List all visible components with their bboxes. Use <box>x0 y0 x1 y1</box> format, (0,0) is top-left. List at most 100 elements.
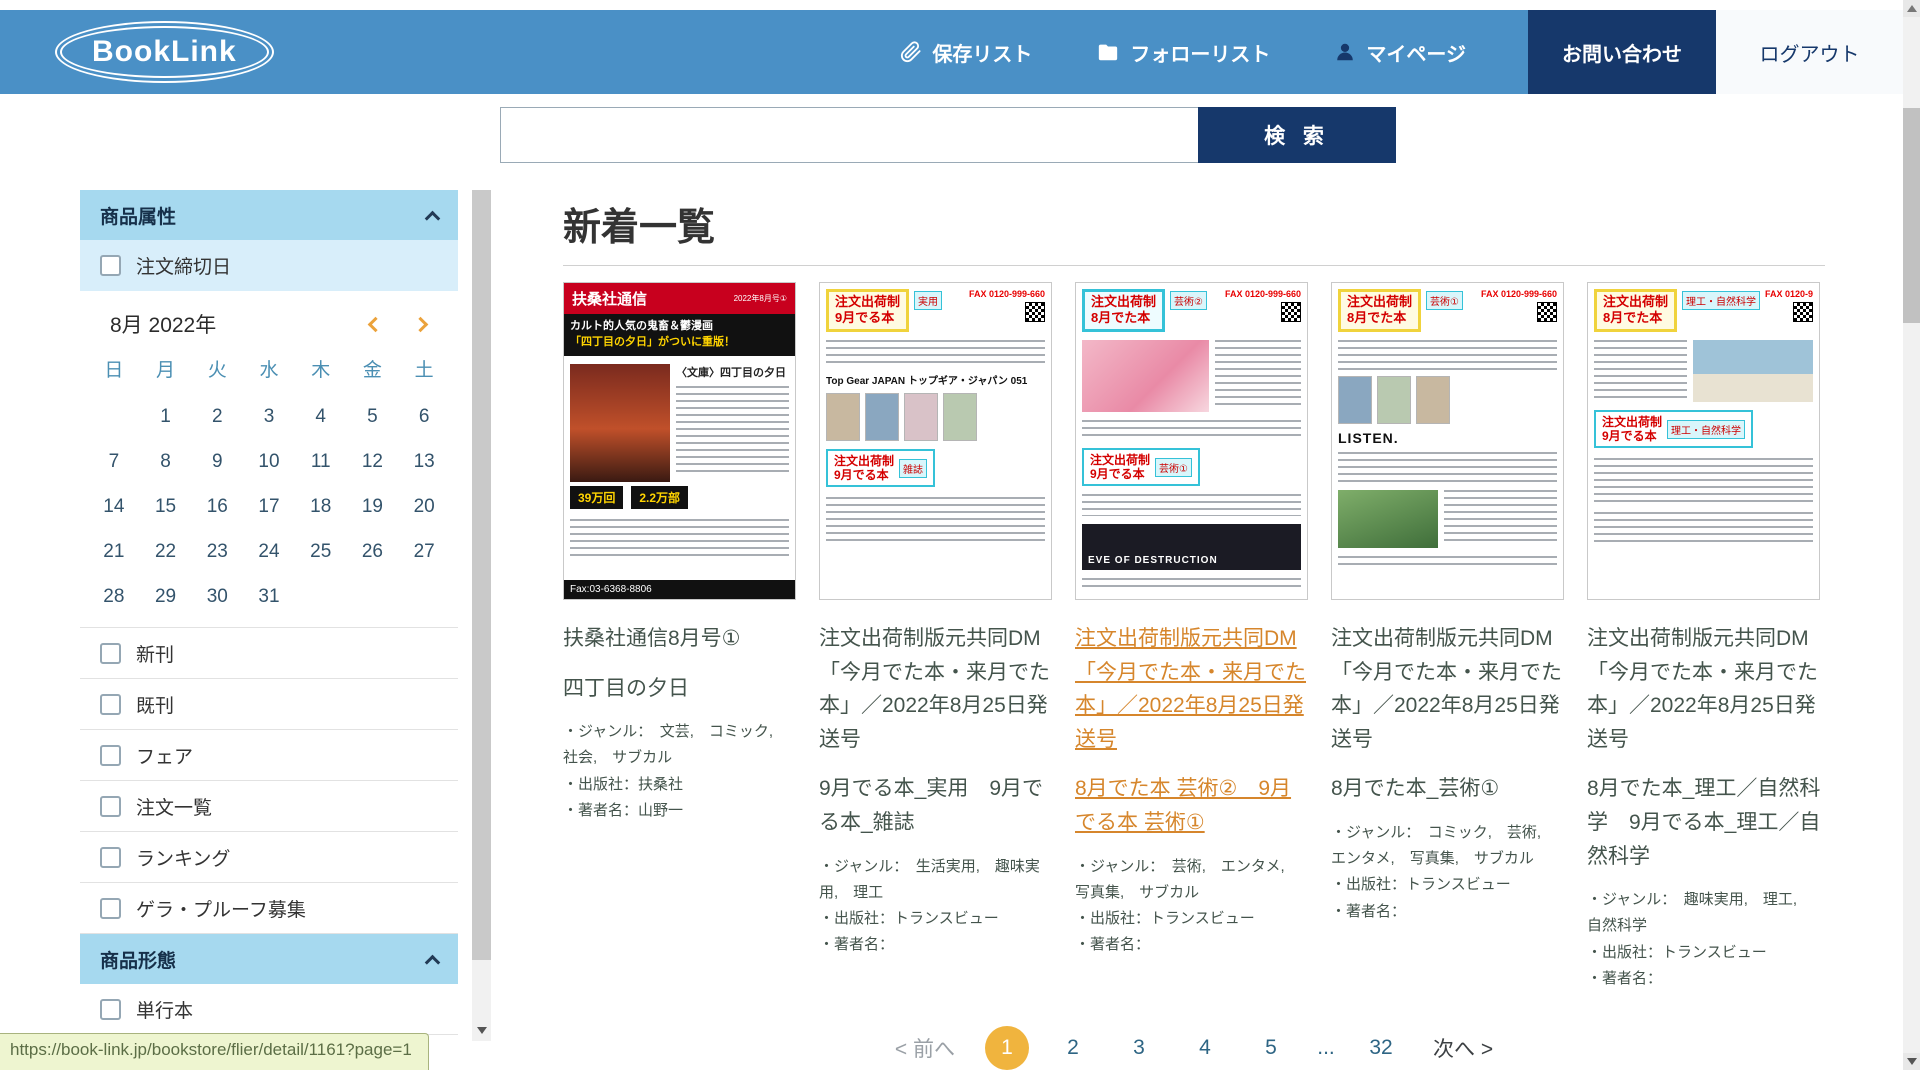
logout-button[interactable]: ログアウト <box>1716 10 1903 94</box>
page-button[interactable]: 2 <box>1051 1026 1095 1070</box>
scroll-up-button[interactable] <box>1903 0 1920 17</box>
calendar-day[interactable] <box>295 574 347 619</box>
calendar-day[interactable]: 23 <box>191 529 243 574</box>
card-thumbnail[interactable]: 扶桑社通信 2022年8月号① カルト的人気の鬼畜＆鬱漫画 「四丁目の夕日」がつ… <box>563 282 796 600</box>
calendar-day[interactable]: 15 <box>140 484 192 529</box>
card-subtitle[interactable]: 9月でる本_実用 9月でる本_雑誌 <box>819 772 1054 839</box>
scroll-down-button[interactable] <box>472 1019 491 1041</box>
filter-row[interactable]: 既刊 <box>80 679 458 730</box>
calendar-day[interactable] <box>398 574 450 619</box>
product-form-header[interactable]: 商品形態 <box>80 934 458 984</box>
calendar-day[interactable]: 19 <box>347 484 399 529</box>
calendar-day[interactable]: 31 <box>243 574 295 619</box>
calendar-day[interactable]: 30 <box>191 574 243 619</box>
sidebar-scrollbar[interactable] <box>472 190 491 1041</box>
page-button[interactable]: 4 <box>1183 1026 1227 1070</box>
filter-row[interactable]: 新刊 <box>80 628 458 679</box>
book-cover-image <box>1082 340 1209 412</box>
page-button[interactable]: 32 <box>1359 1026 1403 1070</box>
nav-save-list[interactable]: 保存リスト <box>900 38 1032 67</box>
calendar-day[interactable]: 16 <box>191 484 243 529</box>
page-button[interactable]: 5 <box>1249 1026 1293 1070</box>
calendar-day[interactable]: 9 <box>191 439 243 484</box>
card-publisher: ・出版社：トランスビュー <box>819 906 1054 932</box>
filter-row[interactable]: フェア <box>80 730 458 781</box>
nav-mypage[interactable]: マイページ <box>1334 38 1466 67</box>
calendar-day[interactable]: 14 <box>88 484 140 529</box>
card-subtitle[interactable]: 四丁目の夕日 <box>563 672 798 706</box>
filter-checkbox[interactable] <box>100 643 121 664</box>
calendar-day[interactable]: 21 <box>88 529 140 574</box>
scrollbar-thumb[interactable] <box>472 190 491 960</box>
calendar-day[interactable]: 24 <box>243 529 295 574</box>
calendar-day[interactable]: 27 <box>398 529 450 574</box>
page-button[interactable]: ... <box>1315 1026 1337 1070</box>
flyer-contact: FAX 0120-999-660 <box>1225 289 1301 322</box>
page-scrollbar[interactable] <box>1903 0 1920 1070</box>
nav-follow-list[interactable]: フォローリスト <box>1096 38 1270 67</box>
filter-row[interactable]: 注文一覧 <box>80 781 458 832</box>
calendar-next-button[interactable] <box>413 316 429 332</box>
scrollbar-thumb[interactable] <box>1903 108 1920 323</box>
card-title[interactable]: 注文出荷制版元共同DM「今月でた本・来月でた本」／2022年8月25日発送号 <box>819 622 1054 756</box>
flyer-header-line: 注文出荷制 <box>1603 294 1668 310</box>
calendar-day[interactable] <box>347 574 399 619</box>
calendar-day[interactable]: 12 <box>347 439 399 484</box>
calendar-day[interactable]: 6 <box>398 394 450 439</box>
booklink-logo[interactable]: BookLink <box>55 21 274 83</box>
filter-checkbox[interactable] <box>100 694 121 715</box>
order-deadline-checkbox[interactable] <box>100 255 121 276</box>
page-button[interactable]: 1 <box>985 1026 1029 1070</box>
card-subtitle[interactable]: 8月でた本_理工／自然科学 9月でる本_理工／自然科学 <box>1587 772 1822 873</box>
calendar-day[interactable]: 26 <box>347 529 399 574</box>
calendar-day[interactable] <box>88 394 140 439</box>
card-thumbnail[interactable]: 注文出荷制 8月でた本 芸術② FAX 0120-999-660 <box>1075 282 1308 600</box>
card-title[interactable]: 注文出荷制版元共同DM「今月でた本・来月でた本」／2022年8月25日発送号 <box>1587 622 1822 756</box>
calendar-day[interactable]: 7 <box>88 439 140 484</box>
card-thumbnail[interactable]: 注文出荷制 8月でた本 理工・自然科学 FAX 0120-999-660 <box>1587 282 1820 600</box>
calendar-day[interactable]: 29 <box>140 574 192 619</box>
page-button[interactable]: 3 <box>1117 1026 1161 1070</box>
calendar-day[interactable]: 13 <box>398 439 450 484</box>
card-thumbnail[interactable]: 注文出荷制 9月でる本 実用 FAX 0120-999-660 Top Gear… <box>819 282 1052 600</box>
chevron-up-icon <box>425 210 441 226</box>
calendar-day[interactable]: 8 <box>140 439 192 484</box>
filter-checkbox[interactable] <box>100 745 121 766</box>
order-deadline-row[interactable]: 注文締切日 <box>80 240 458 291</box>
calendar-day[interactable]: 2 <box>191 394 243 439</box>
calendar-day[interactable]: 20 <box>398 484 450 529</box>
calendar: 8月 2022年 日月火水木金土 12345678910111213141516… <box>80 291 458 628</box>
scroll-down-button[interactable] <box>1903 1053 1920 1070</box>
form-filter-checkbox[interactable] <box>100 999 121 1020</box>
card-subtitle[interactable]: 8月でた本 芸術② 9月でる本 芸術① <box>1075 772 1310 839</box>
card-title[interactable]: 注文出荷制版元共同DM「今月でた本・来月でた本」／2022年8月25日発送号 <box>1075 622 1310 756</box>
calendar-day[interactable]: 25 <box>295 529 347 574</box>
card-subtitle[interactable]: 8月でた本_芸術① <box>1331 772 1566 806</box>
filter-checkbox[interactable] <box>100 847 121 868</box>
calendar-day[interactable]: 17 <box>243 484 295 529</box>
search-input[interactable] <box>500 107 1198 163</box>
calendar-day[interactable]: 28 <box>88 574 140 619</box>
calendar-day[interactable]: 3 <box>243 394 295 439</box>
card-title[interactable]: 注文出荷制版元共同DM「今月でた本・来月でた本」／2022年8月25日発送号 <box>1331 622 1566 756</box>
calendar-day[interactable]: 4 <box>295 394 347 439</box>
calendar-day[interactable]: 10 <box>243 439 295 484</box>
calendar-day[interactable]: 18 <box>295 484 347 529</box>
calendar-day[interactable]: 22 <box>140 529 192 574</box>
filter-row[interactable]: ゲラ・プルーフ募集 <box>80 883 458 934</box>
filter-checkbox[interactable] <box>100 898 121 919</box>
calendar-day[interactable]: 5 <box>347 394 399 439</box>
search-button[interactable]: 検 索 <box>1198 107 1396 163</box>
filter-checkbox[interactable] <box>100 796 121 817</box>
card-title[interactable]: 扶桑社通信8月号① <box>563 622 798 656</box>
calendar-prev-button[interactable] <box>368 316 384 332</box>
calendar-day[interactable]: 11 <box>295 439 347 484</box>
card-thumbnail[interactable]: 注文出荷制 8月でた本 芸術① FAX 0120-999-660 <box>1331 282 1564 600</box>
form-filter-row[interactable]: 単行本 <box>80 984 458 1035</box>
next-page-button[interactable]: 次へ > <box>1433 1033 1493 1063</box>
fake-text-lines <box>826 340 1045 366</box>
calendar-day[interactable]: 1 <box>140 394 192 439</box>
filter-row[interactable]: ランキング <box>80 832 458 883</box>
product-attribute-header[interactable]: 商品属性 <box>80 190 458 240</box>
contact-button[interactable]: お問い合わせ <box>1528 10 1716 94</box>
